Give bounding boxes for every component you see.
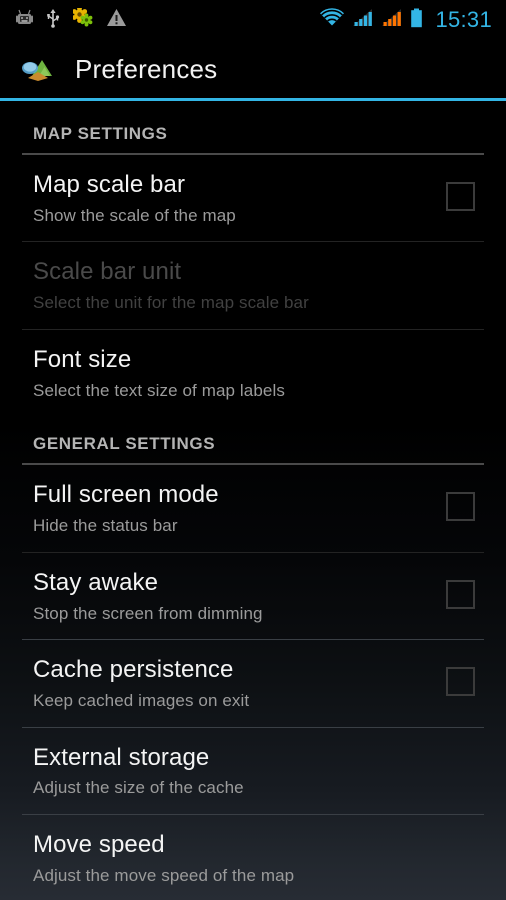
preference-title: Stay awake <box>33 568 159 596</box>
preference-item-full-screen-mode[interactable]: Full screen mode Hide the status bar <box>0 465 506 551</box>
preference-summary: Select the unit for the map scale bar <box>33 293 309 313</box>
preference-texts: Map scale bar Show the scale of the map <box>33 171 432 225</box>
signal-sim1-icon <box>352 8 374 32</box>
preference-item-stay-awake[interactable]: Stay awake Stop the screen from dimming <box>0 553 506 639</box>
preference-item-cache-persistence[interactable]: Cache persistence Keep cached images on … <box>0 640 506 726</box>
section-title: GENERAL SETTINGS <box>33 434 216 454</box>
preference-texts: Move speed Adjust the move speed of the … <box>33 830 484 885</box>
usb-icon <box>46 8 60 33</box>
preference-title: Scale bar unit <box>33 258 182 286</box>
preference-title: Cache persistence <box>33 656 234 684</box>
status-bar: 15:31 <box>0 0 506 40</box>
preferences-screen: 15:31 Preferences MAP SETTINGS Map scale… <box>0 0 506 900</box>
preference-title: Full screen mode <box>33 481 219 509</box>
preference-summary: Stop the screen from dimming <box>33 603 263 623</box>
preference-summary: Adjust the move speed of the map <box>33 865 295 885</box>
preference-item-move-speed[interactable]: Move speed Adjust the move speed of the … <box>0 815 506 900</box>
preference-summary: Adjust the size of the cache <box>33 778 244 798</box>
android-debug-icon <box>16 8 33 32</box>
action-bar: Preferences <box>0 40 506 98</box>
checkbox-stay-awake[interactable] <box>446 579 475 609</box>
section-title: MAP SETTINGS <box>33 124 168 143</box>
section-header-general-settings: GENERAL SETTINGS <box>0 416 506 466</box>
checkbox-cache-persistence[interactable] <box>446 667 475 697</box>
preference-summary: Keep cached images on exit <box>33 690 250 710</box>
developer-settings-icon <box>71 6 93 32</box>
preference-texts: Full screen mode Hide the status bar <box>33 481 432 536</box>
preference-texts: External storage Adjust the size of the … <box>33 743 484 798</box>
preference-texts: Scale bar unit Select the unit for the m… <box>33 258 484 313</box>
preference-item-font-size[interactable]: Font size Select the text size of map la… <box>0 330 506 416</box>
preference-texts: Stay awake Stop the screen from dimming <box>33 568 432 623</box>
status-bar-left-icons <box>8 6 127 33</box>
preference-title: Map scale bar <box>33 171 186 198</box>
page-title: Preferences <box>75 53 218 84</box>
status-bar-right-icons: 15:31 <box>319 8 498 33</box>
preference-list: MAP SETTINGS Map scale bar Show the scal… <box>0 106 506 900</box>
preference-title: Move speed <box>33 830 165 858</box>
section-header-map-settings: MAP SETTINGS <box>0 106 506 155</box>
preference-title: Font size <box>33 345 132 373</box>
preference-title: External storage <box>33 743 210 771</box>
wifi-icon <box>319 8 345 32</box>
status-bar-clock: 15:31 <box>435 7 492 32</box>
map-app-icon[interactable] <box>18 54 58 84</box>
preference-summary: Select the text size of map labels <box>33 380 285 400</box>
battery-icon <box>410 8 423 33</box>
preference-summary: Hide the status bar <box>33 516 178 536</box>
checkbox-map-scale-bar[interactable] <box>446 182 475 211</box>
preference-texts: Cache persistence Keep cached images on … <box>33 656 432 710</box>
preference-summary: Show the scale of the map <box>33 205 236 225</box>
signal-sim2-icon <box>381 8 403 32</box>
warning-icon <box>106 8 127 32</box>
preference-item-map-scale-bar[interactable]: Map scale bar Show the scale of the map <box>0 155 506 241</box>
preference-texts: Font size Select the text size of map la… <box>33 345 484 400</box>
preference-item-scale-bar-unit: Scale bar unit Select the unit for the m… <box>0 242 506 328</box>
checkbox-full-screen-mode[interactable] <box>446 492 475 522</box>
preference-item-external-storage[interactable]: External storage Adjust the size of the … <box>0 728 506 814</box>
